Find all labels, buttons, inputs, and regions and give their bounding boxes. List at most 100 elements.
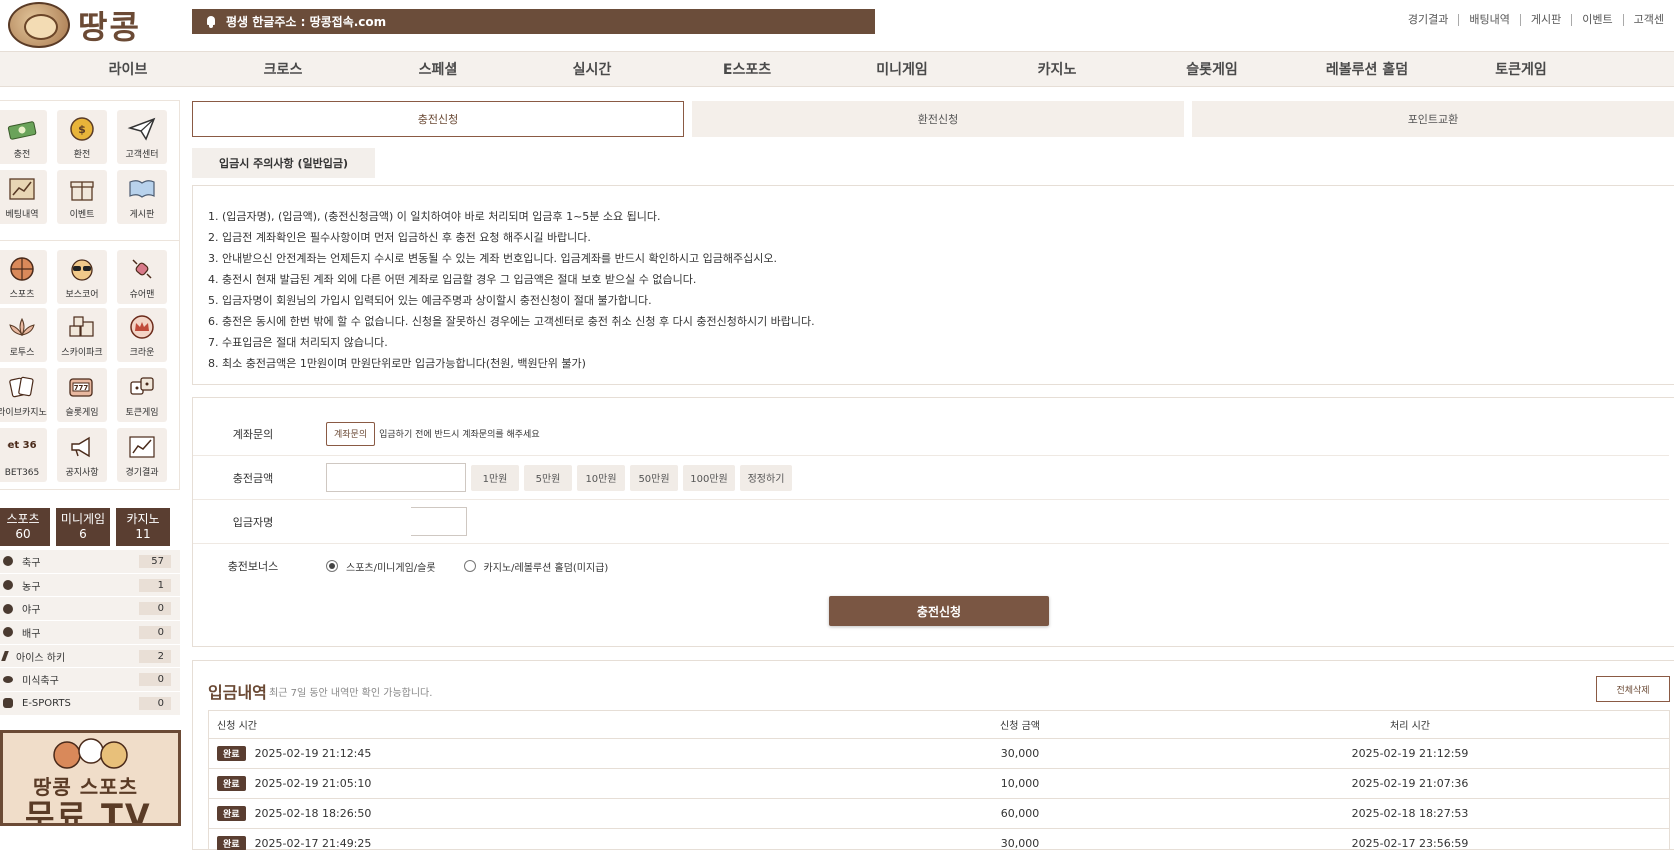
amount-chip-100k[interactable]: 10만원 bbox=[577, 464, 625, 491]
svg-text:$: $ bbox=[78, 123, 86, 136]
nav-realtime[interactable]: 실시간 bbox=[573, 52, 612, 88]
status-badge: 완료 bbox=[217, 776, 246, 791]
svg-text:777: 777 bbox=[74, 384, 89, 392]
status-badge: 완료 bbox=[217, 836, 246, 850]
sport-list: 축구 57 농구 1 야구 0 배구 0 아이스 하키 2 미식축구 0 E-SPORTS 0 bbox=[0, 550, 180, 716]
sport-row-volleyball[interactable]: 배구 0 bbox=[0, 621, 180, 645]
table-row: 완료 2025-02-19 21:12:45 30,000 2025-02-19 … bbox=[208, 739, 1670, 769]
tile-lotus[interactable]: 로투스 bbox=[0, 308, 47, 362]
bet365-icon: bet 365 bbox=[7, 440, 37, 451]
tile-token-game[interactable]: 토큰게임 bbox=[117, 368, 167, 422]
count-tab-sports[interactable]: 스포츠 60 bbox=[0, 508, 50, 546]
soccer-icon bbox=[3, 556, 13, 567]
tile-notice[interactable]: 공지사항 bbox=[57, 428, 107, 482]
table-row: 완료 2025-02-19 21:05:10 10,000 2025-02-19 … bbox=[208, 769, 1670, 799]
nav-live[interactable]: 라이브 bbox=[109, 52, 148, 88]
table-row: 완료 2025-02-17 21:49:25 30,000 2025-02-17 … bbox=[208, 829, 1670, 850]
status-badge: 완료 bbox=[217, 746, 246, 761]
cards-icon bbox=[9, 376, 34, 398]
depositor-input[interactable] bbox=[411, 507, 467, 536]
notice-line: 3. 안내받으신 안전계좌는 언제든지 수시로 변동될 수 있는 계좌 번호입니… bbox=[208, 252, 777, 265]
results-chart-icon bbox=[129, 436, 155, 458]
sport-row-american-football[interactable]: 미식축구 0 bbox=[0, 668, 180, 693]
banner-line2: 무료 TV bbox=[25, 797, 152, 826]
amount-chip-500k[interactable]: 50만원 bbox=[630, 464, 678, 491]
deposit-submit-button[interactable]: 충전신청 bbox=[829, 596, 1049, 626]
amount-chip-1m[interactable]: 100만원 bbox=[683, 464, 735, 491]
nav-token[interactable]: 토큰게임 bbox=[1495, 52, 1547, 88]
tile-live-casino[interactable]: 라이브카지노 bbox=[0, 368, 47, 422]
top-link-support[interactable]: 고객센 bbox=[1622, 14, 1674, 26]
notice-line: 7. 수표입금은 절대 처리되지 않습니다. bbox=[208, 336, 388, 349]
amount-chip-10k[interactable]: 1만원 bbox=[471, 464, 519, 491]
nav-holdem[interactable]: 레볼루션 홀덤 bbox=[1326, 52, 1408, 88]
sport-row-esports[interactable]: E-SPORTS 0 bbox=[0, 692, 180, 716]
tile-withdraw[interactable]: $ 환전 bbox=[57, 110, 107, 164]
count-tab-minigame[interactable]: 미니게임 6 bbox=[56, 508, 110, 546]
tile-board[interactable]: 게시판 bbox=[117, 170, 167, 224]
count-tab-casino[interactable]: 카지노 11 bbox=[116, 508, 170, 546]
nav-cross[interactable]: 크로스 bbox=[264, 52, 303, 88]
basketball-icon bbox=[10, 257, 34, 281]
hockey-stick-icon bbox=[1, 651, 9, 662]
lotus-icon bbox=[9, 317, 35, 337]
tile-deposit[interactable]: 충전 bbox=[0, 110, 47, 164]
table-header: 신청 시간 신청 금액 처리 시간 bbox=[208, 710, 1670, 739]
tile-event[interactable]: 이벤트 bbox=[57, 170, 107, 224]
sport-row-soccer[interactable]: 축구 57 bbox=[0, 550, 180, 574]
bonus-radio-casino[interactable] bbox=[463, 560, 476, 572]
tab-withdraw[interactable]: 환전신청 bbox=[692, 101, 1184, 137]
nav-special[interactable]: 스페셜 bbox=[419, 52, 458, 88]
sport-row-ice-hockey[interactable]: 아이스 하키 2 bbox=[0, 644, 180, 669]
volleyball-icon bbox=[3, 627, 13, 638]
top-link-board[interactable]: 게시판 bbox=[1519, 14, 1571, 26]
bonus-radio-sports[interactable] bbox=[326, 560, 338, 572]
tile-skypark[interactable]: 스카이파크 bbox=[57, 308, 107, 362]
bell-icon bbox=[206, 15, 216, 28]
amount-reset-button[interactable]: 정정하기 bbox=[740, 464, 792, 491]
blocks-icon bbox=[69, 316, 94, 337]
deposit-history: 입금내역 최근 7일 동안 내역만 확인 가능합니다. 전체삭제 신청 시간 신… bbox=[192, 660, 1674, 850]
table-row: 완료 2025-02-18 18:26:50 60,000 2025-02-18 … bbox=[208, 799, 1670, 829]
tile-bet-history[interactable]: 베팅내역 bbox=[0, 170, 47, 224]
peanut-logo-icon bbox=[8, 2, 70, 48]
header: 땅콩 평생 한글주소 : 땅콩접속.com 경기결과 배팅내역 게시판 이벤트 … bbox=[0, 0, 1674, 51]
sport-row-baseball[interactable]: 야구 0 bbox=[0, 597, 180, 622]
tile-sureman[interactable]: 슈어맨 bbox=[117, 250, 167, 304]
sidebar-divider bbox=[0, 240, 180, 241]
bonus-option-sports[interactable]: 스포츠/미니게임/슬롯 bbox=[346, 559, 436, 574]
tile-slot[interactable]: 777 슬롯게임 bbox=[57, 368, 107, 422]
tile-bet365[interactable]: bet 365 BET365 bbox=[0, 428, 47, 482]
depositor-label: 입금자명 bbox=[232, 515, 274, 529]
tab-deposit[interactable]: 충전신청 bbox=[192, 101, 684, 137]
notice-line: 6. 충전은 동시에 한번 밖에 할 수 없습니다. 신청을 잘못하신 경우에는… bbox=[208, 315, 815, 328]
tab-point-exchange[interactable]: 포인트교환 bbox=[1192, 101, 1674, 137]
tile-results[interactable]: 경기결과 bbox=[117, 428, 167, 482]
tile-sports[interactable]: 스포츠 bbox=[0, 250, 47, 304]
bonus-option-casino[interactable]: 카지노/레볼루션 홀덤(미지급) bbox=[484, 559, 609, 574]
basketball-icon bbox=[3, 580, 13, 591]
top-link-event[interactable]: 이벤트 bbox=[1571, 14, 1622, 26]
sport-row-basketball[interactable]: 농구 1 bbox=[0, 573, 180, 598]
sunglasses-icon bbox=[71, 259, 93, 281]
logo[interactable]: 땅콩 bbox=[8, 2, 141, 48]
delete-all-button[interactable]: 전체삭제 bbox=[1596, 676, 1670, 702]
amount-chip-50k[interactable]: 5만원 bbox=[524, 464, 572, 491]
subtab-deposit-notice[interactable]: 입금시 주의사항 (일반입금) bbox=[192, 148, 375, 178]
row-amount: 충전금액 1만원 5만원 10만원 50만원 100만원 정정하기 bbox=[193, 456, 1669, 500]
account-inquiry-button[interactable]: 계좌문의 bbox=[326, 421, 376, 446]
top-link-bet-history[interactable]: 배팅내역 bbox=[1458, 14, 1519, 26]
tile-support[interactable]: 고객센터 bbox=[117, 110, 167, 164]
top-link-results[interactable]: 경기결과 bbox=[1398, 14, 1458, 26]
tile-boscore[interactable]: 보스코어 bbox=[57, 250, 107, 304]
crown-icon bbox=[130, 315, 154, 339]
tile-crown[interactable]: 크라운 bbox=[117, 308, 167, 362]
nav-esports[interactable]: E스포츠 bbox=[723, 52, 771, 88]
nav-minigame[interactable]: 미니게임 bbox=[876, 52, 928, 88]
amount-input[interactable] bbox=[326, 463, 466, 492]
nav-casino[interactable]: 카지노 bbox=[1038, 52, 1077, 88]
nav-slot[interactable]: 슬롯게임 bbox=[1186, 52, 1238, 88]
free-tv-banner[interactable]: 땅콩 스포츠 무료 TV bbox=[0, 730, 181, 826]
chart-icon bbox=[9, 178, 35, 200]
notice-line: 2. 입금전 계좌확인은 필수사항이며 먼저 입금하신 후 충전 요청 해주시길… bbox=[208, 231, 591, 244]
